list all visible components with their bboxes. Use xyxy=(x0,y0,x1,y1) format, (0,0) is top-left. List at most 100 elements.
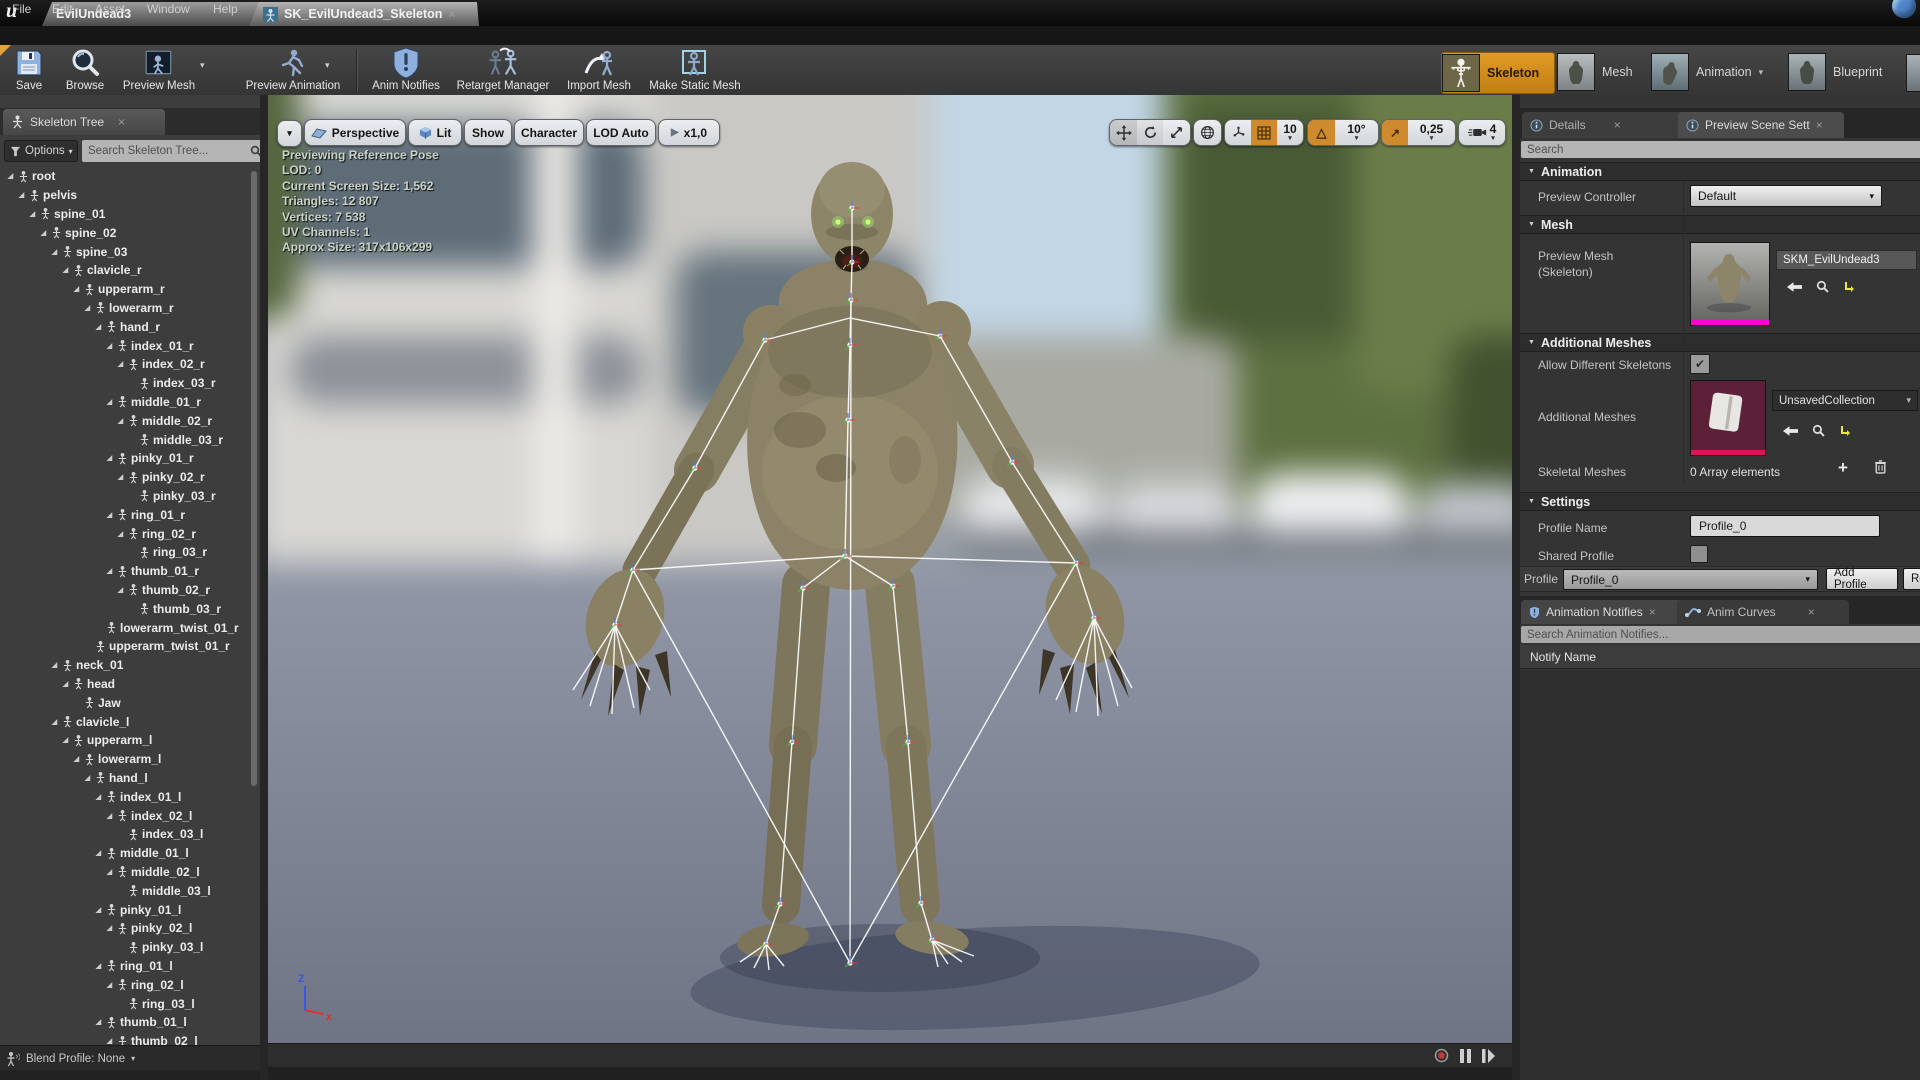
tree-row-middle_01_l[interactable]: ◢ middle_01_l xyxy=(0,844,260,863)
scale-snap-toggle[interactable]: ↗ xyxy=(1382,120,1408,145)
expander-icon[interactable]: ◢ xyxy=(105,1037,114,1045)
section-mesh[interactable]: ▼ Mesh xyxy=(1520,215,1920,234)
tree-row-ring_01_r[interactable]: ◢ ring_01_r xyxy=(0,505,260,524)
tree-row-clavicle_r[interactable]: ◢ clavicle_r xyxy=(0,261,260,280)
reset-to-default-icon[interactable] xyxy=(1839,425,1851,437)
use-selected-arrow-icon[interactable] xyxy=(1786,281,1802,293)
snap-widget-icon[interactable] xyxy=(1225,125,1251,140)
tree-row-ring_03_r[interactable]: ring_03_r xyxy=(0,543,260,562)
tree-row-upperarm_twist_01_r[interactable]: upperarm_twist_01_r xyxy=(0,637,260,656)
expander-icon[interactable]: ◢ xyxy=(105,812,114,820)
tree-row-ring_01_l[interactable]: ◢ ring_01_l xyxy=(0,957,260,976)
add-profile-button[interactable]: Add Profile xyxy=(1826,567,1898,591)
expander-icon[interactable]: ◢ xyxy=(116,586,125,594)
notify-name-column-header[interactable]: Notify Name xyxy=(1520,645,1920,669)
window-tab-asset[interactable]: SK_EvilUndead3_Skeleton × xyxy=(249,2,479,26)
grid-snap-toggle[interactable] xyxy=(1251,120,1277,145)
panel-divider[interactable] xyxy=(1512,95,1520,1080)
tree-row-hand_l[interactable]: ◢ hand_l xyxy=(0,769,260,788)
expander-icon[interactable]: ◢ xyxy=(94,793,103,801)
blend-profile-bar[interactable]: Blend Profile: None ▾ xyxy=(0,1045,266,1071)
expander-icon[interactable]: ◢ xyxy=(50,248,59,256)
expander-icon[interactable]: ◢ xyxy=(116,360,125,368)
character-button[interactable]: Character xyxy=(514,119,584,146)
reset-to-default-icon[interactable] xyxy=(1843,281,1855,293)
preview-mesh-thumbnail[interactable] xyxy=(1690,242,1770,326)
tree-row-pinky_02_l[interactable]: ◢ pinky_02_l xyxy=(0,919,260,938)
tree-row-upperarm_r[interactable]: ◢ upperarm_r xyxy=(0,280,260,299)
expander-icon[interactable]: ◢ xyxy=(105,981,114,989)
expander-icon[interactable]: ◢ xyxy=(94,962,103,970)
expander-icon[interactable]: ◢ xyxy=(94,1018,103,1026)
tab-animation-notifies[interactable]: Animation Notifies × xyxy=(1521,600,1689,624)
lod-auto-button[interactable]: LOD Auto xyxy=(586,119,656,146)
tree-row-index_03_r[interactable]: index_03_r xyxy=(0,374,260,393)
import-mesh-button[interactable]: Import Mesh xyxy=(560,47,638,92)
expander-icon[interactable]: ◢ xyxy=(105,868,114,876)
rotate-tool-button[interactable] xyxy=(1137,120,1163,145)
expander-icon[interactable]: ◢ xyxy=(72,285,81,293)
profile-dropdown[interactable]: Profile_0 ▾ xyxy=(1563,569,1818,590)
expander-icon[interactable]: ◢ xyxy=(83,304,92,312)
tree-row-thumb_01_r[interactable]: ◢ thumb_01_r xyxy=(0,562,260,581)
close-icon[interactable]: × xyxy=(118,115,125,129)
tree-row-pinky_03_l[interactable]: pinky_03_l xyxy=(0,938,260,957)
tree-row-middle_03_r[interactable]: middle_03_r xyxy=(0,430,260,449)
expander-icon[interactable]: ◢ xyxy=(94,849,103,857)
tree-row-thumb_01_l[interactable]: ◢ thumb_01_l xyxy=(0,1013,260,1032)
preview-mesh-dropdown-icon[interactable]: ▾ xyxy=(200,60,205,71)
preview-animation-button[interactable]: Preview Animation xyxy=(235,47,351,92)
expander-icon[interactable]: ◢ xyxy=(83,774,92,782)
close-icon[interactable]: × xyxy=(448,7,455,21)
expander-icon[interactable]: ◢ xyxy=(116,417,125,425)
tree-row-ring_02_r[interactable]: ◢ ring_02_r xyxy=(0,524,260,543)
close-icon[interactable]: × xyxy=(1808,605,1815,619)
panel-divider[interactable] xyxy=(260,95,268,1080)
tree-options-button[interactable]: Options ▾ xyxy=(4,140,78,162)
mode-mesh-button[interactable]: Mesh xyxy=(1557,52,1647,92)
menu-file[interactable]: File xyxy=(12,2,31,16)
tree-row-ring_03_l[interactable]: ring_03_l xyxy=(0,994,260,1013)
tree-row-neck_01[interactable]: ◢ neck_01 xyxy=(0,656,260,675)
scale-tool-button[interactable] xyxy=(1163,120,1190,145)
details-search-input[interactable]: Search xyxy=(1521,141,1920,158)
expander-icon[interactable]: ◢ xyxy=(105,924,114,932)
tree-row-middle_03_l[interactable]: middle_03_l xyxy=(0,881,260,900)
tree-row-root[interactable]: ◢ root xyxy=(0,167,260,186)
tab-anim-curves[interactable]: Anim Curves × xyxy=(1677,600,1849,624)
profile-name-field[interactable]: Profile_0 xyxy=(1690,515,1880,537)
expander-icon[interactable]: ◢ xyxy=(28,210,37,218)
tree-row-head[interactable]: ◢ head xyxy=(0,675,260,694)
expander-icon[interactable]: ◢ xyxy=(94,323,103,331)
tree-row-spine_02[interactable]: ◢ spine_02 xyxy=(0,223,260,242)
tree-search-input[interactable]: Search Skeleton Tree... xyxy=(82,140,268,162)
tab-preview-scene-settings[interactable]: Preview Scene Sett × xyxy=(1678,112,1844,138)
expander-icon[interactable]: ◢ xyxy=(50,661,59,669)
tree-row-ring_02_l[interactable]: ◢ ring_02_l xyxy=(0,975,260,994)
viewport-timeline-bar[interactable] xyxy=(268,1043,1512,1068)
expander-icon[interactable]: ◢ xyxy=(105,567,114,575)
rotation-snap-toggle[interactable]: △ xyxy=(1308,120,1335,145)
tree-row-lowerarm_twist_01_r[interactable]: lowerarm_twist_01_r xyxy=(0,618,260,637)
preview-controller-dropdown[interactable]: Default ▾ xyxy=(1690,185,1882,207)
browse-to-asset-icon[interactable] xyxy=(1812,424,1825,437)
expander-icon[interactable]: ◢ xyxy=(6,172,15,180)
tree-row-pinky_02_r[interactable]: ◢ pinky_02_r xyxy=(0,468,260,487)
expander-icon[interactable]: ◢ xyxy=(105,398,114,406)
step-forward-button[interactable] xyxy=(1482,1048,1495,1063)
section-settings[interactable]: ▼ Settings xyxy=(1520,492,1920,511)
tree-row-pinky_03_r[interactable]: pinky_03_r xyxy=(0,487,260,506)
tree-row-middle_01_r[interactable]: ◢ middle_01_r xyxy=(0,393,260,412)
remove-profile-button-clipped[interactable]: Re xyxy=(1903,568,1920,590)
clear-array-button[interactable] xyxy=(1874,459,1887,474)
menu-help[interactable]: Help xyxy=(213,2,238,16)
property-grid-divider[interactable] xyxy=(1683,181,1684,484)
expander-icon[interactable]: ◢ xyxy=(105,454,114,462)
browse-to-asset-icon[interactable] xyxy=(1816,280,1829,293)
tab-details[interactable]: Details × xyxy=(1522,112,1686,138)
tree-row-middle_02_l[interactable]: ◢ middle_02_l xyxy=(0,863,260,882)
notifies-empty-list[interactable] xyxy=(1520,670,1920,1080)
mode-skeleton-button[interactable]: Skeleton xyxy=(1441,52,1555,94)
skeleton-tree-tab[interactable]: Skeleton Tree × xyxy=(3,109,165,135)
close-icon[interactable]: × xyxy=(1649,605,1656,619)
